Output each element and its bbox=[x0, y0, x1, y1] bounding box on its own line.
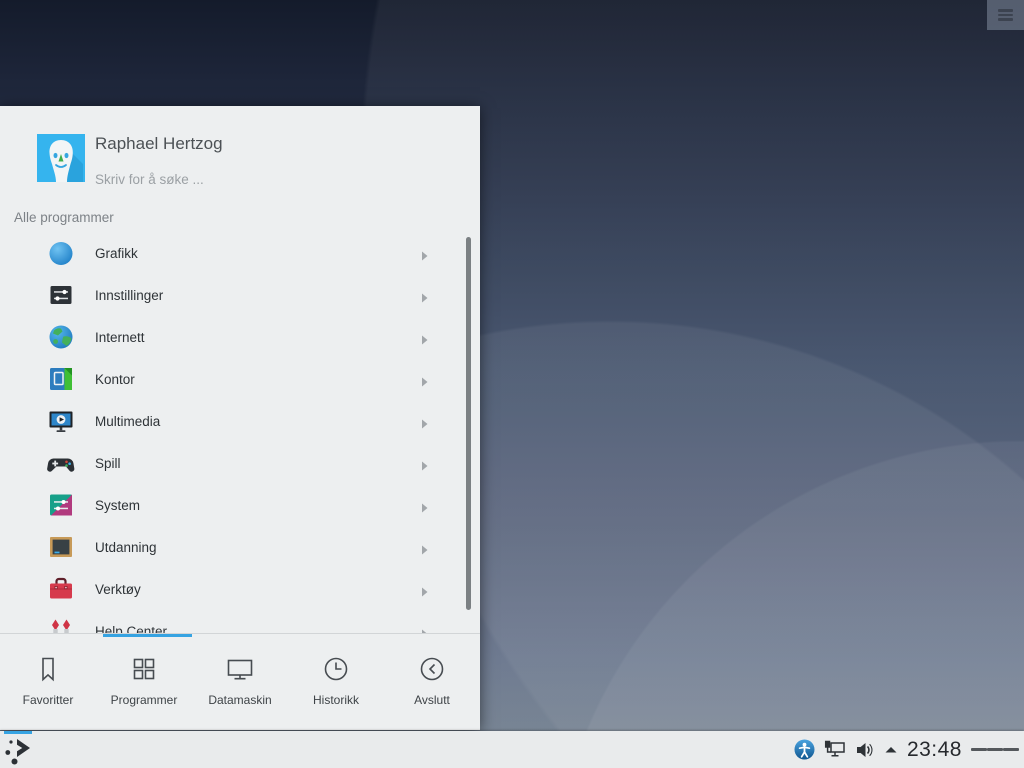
desktop-toolbox-button[interactable] bbox=[987, 0, 1024, 30]
applications-icon bbox=[129, 654, 159, 684]
scrollbar-handle[interactable] bbox=[466, 237, 471, 610]
category-item-multimedia[interactable]: Multimedia bbox=[0, 400, 480, 442]
utilities-icon bbox=[47, 575, 75, 603]
submenu-arrow-icon bbox=[421, 290, 428, 300]
tab-bar: Favoritter Programmer Datamaskin Histori… bbox=[0, 637, 480, 730]
panel-overflow-icon[interactable] bbox=[971, 746, 1019, 753]
multimedia-icon bbox=[47, 407, 75, 435]
category-item-system[interactable]: System bbox=[0, 484, 480, 526]
education-icon bbox=[47, 533, 75, 561]
leave-icon bbox=[417, 654, 447, 684]
favorites-icon bbox=[33, 654, 63, 684]
graphics-icon bbox=[47, 239, 75, 267]
tab-computer[interactable]: Datamaskin bbox=[192, 637, 288, 730]
submenu-arrow-icon bbox=[421, 332, 428, 342]
tab-history[interactable]: Historikk bbox=[288, 637, 384, 730]
tab-applications[interactable]: Programmer bbox=[96, 637, 192, 730]
user-name: Raphael Hertzog bbox=[95, 134, 223, 154]
history-icon bbox=[321, 654, 351, 684]
system-icon bbox=[47, 491, 75, 519]
category-item-utilities[interactable]: Verktøy bbox=[0, 568, 480, 610]
volume-icon[interactable] bbox=[855, 741, 875, 759]
submenu-arrow-icon bbox=[421, 416, 428, 426]
office-icon bbox=[47, 365, 75, 393]
tab-leave[interactable]: Avslutt bbox=[384, 637, 480, 730]
accessibility-icon[interactable] bbox=[794, 739, 815, 760]
category-item-help[interactable]: Help Center bbox=[0, 610, 480, 633]
user-avatar[interactable] bbox=[37, 134, 85, 182]
application-launcher-menu: Raphael Hertzog Skriv for å søke ... All… bbox=[0, 106, 480, 730]
games-icon bbox=[47, 449, 75, 477]
hamburger-icon bbox=[998, 7, 1013, 22]
submenu-arrow-icon bbox=[421, 584, 428, 594]
category-item-education[interactable]: Utdanning bbox=[0, 526, 480, 568]
submenu-arrow-icon bbox=[421, 458, 428, 468]
submenu-arrow-icon bbox=[421, 626, 428, 633]
section-label: Alle programmer bbox=[14, 210, 114, 225]
tabbar-divider bbox=[0, 633, 480, 634]
settings-icon bbox=[47, 281, 75, 309]
network-icon[interactable] bbox=[824, 740, 846, 759]
category-item-settings[interactable]: Innstillinger bbox=[0, 274, 480, 316]
submenu-arrow-icon bbox=[421, 500, 428, 510]
taskbar-panel: 23:48 bbox=[0, 731, 1024, 768]
internet-icon bbox=[47, 323, 75, 351]
category-item-office[interactable]: Kontor bbox=[0, 358, 480, 400]
submenu-arrow-icon bbox=[421, 374, 428, 384]
computer-icon bbox=[225, 654, 255, 684]
help-icon bbox=[47, 617, 75, 633]
panel-clock[interactable]: 23:48 bbox=[907, 738, 962, 762]
category-item-games[interactable]: Spill bbox=[0, 442, 480, 484]
category-item-graphics[interactable]: Grafikk bbox=[0, 232, 480, 274]
submenu-arrow-icon bbox=[421, 248, 428, 258]
search-input[interactable]: Skriv for å søke ... bbox=[95, 172, 204, 187]
category-item-internet[interactable]: Internett bbox=[0, 316, 480, 358]
expand-tray-arrow-icon[interactable] bbox=[884, 745, 898, 754]
tab-favorites[interactable]: Favoritter bbox=[0, 637, 96, 730]
desktop-wallpaper: Raphael Hertzog Skriv for å søke ... All… bbox=[0, 0, 1024, 768]
submenu-arrow-icon bbox=[421, 542, 428, 552]
category-list: Grafikk Innstillinger Internett Kontor M… bbox=[0, 232, 480, 633]
launcher-button[interactable] bbox=[4, 731, 34, 768]
